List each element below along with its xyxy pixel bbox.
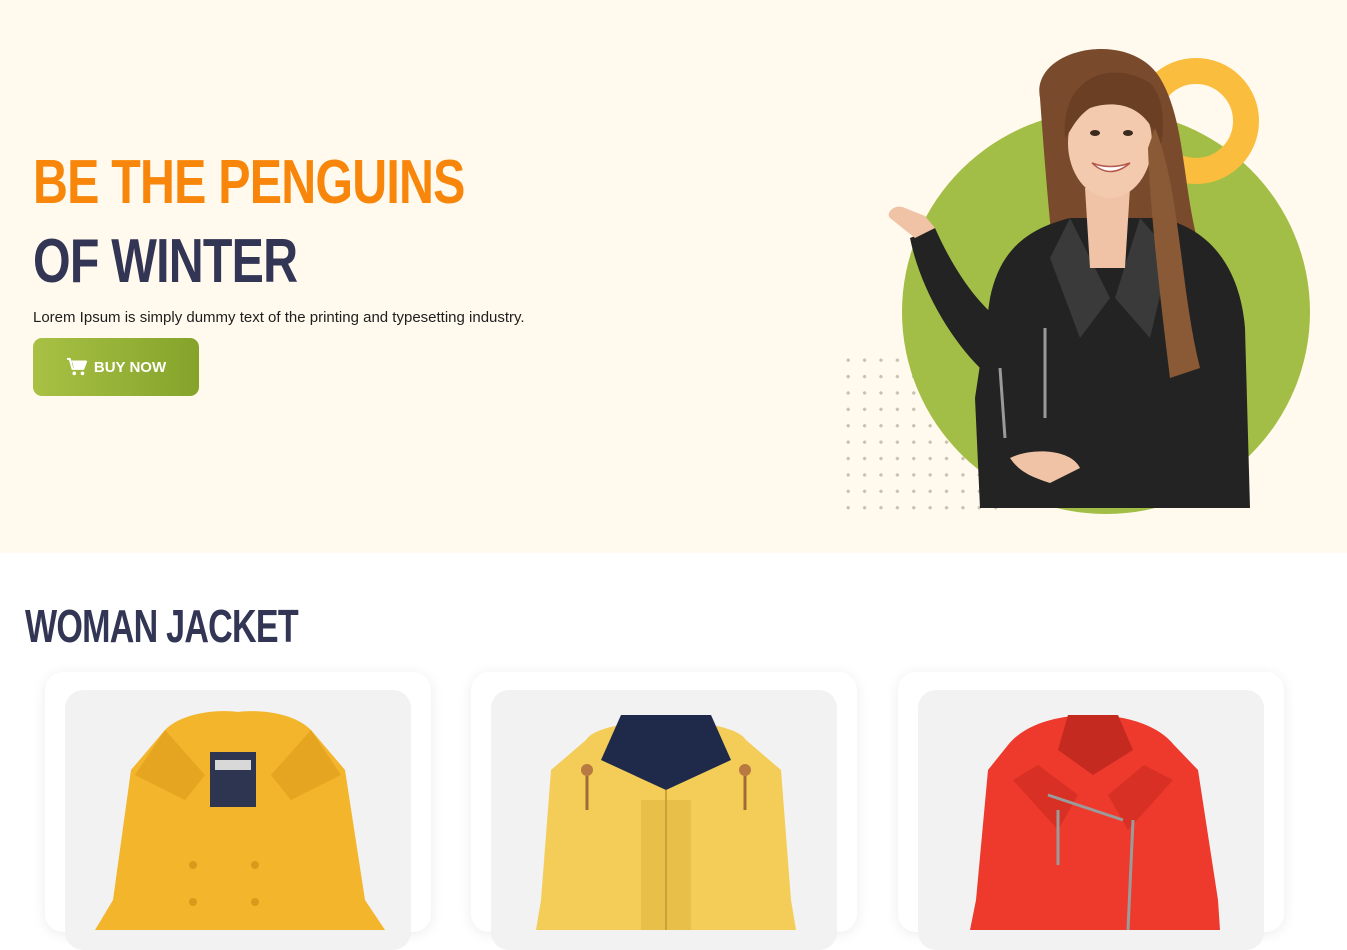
jacket-image — [970, 715, 1220, 930]
hero-banner: BE THE PENGUINS OF WINTER Lorem Ipsum is… — [0, 0, 1347, 553]
hero-model-image — [888, 49, 1250, 508]
section-title: WOMAN JACKET — [25, 600, 299, 652]
hero-title-line1: BE THE PENGUINS — [33, 148, 465, 217]
product-card[interactable] — [471, 672, 857, 950]
hero-subtitle: Lorem Ipsum is simply dummy text of the … — [33, 309, 525, 326]
jacket-image — [536, 715, 796, 930]
product-card[interactable] — [898, 672, 1284, 950]
jacket-image — [95, 711, 385, 930]
product-image — [918, 690, 1264, 950]
hero-title-line2: OF WINTER — [33, 227, 298, 296]
product-image — [65, 690, 411, 950]
cart-icon — [66, 357, 87, 376]
buy-now-label: BUY NOW — [93, 358, 167, 376]
product-card[interactable] — [45, 672, 431, 950]
buy-now-button[interactable]: BUY NOW — [33, 338, 199, 396]
product-image — [491, 690, 837, 950]
